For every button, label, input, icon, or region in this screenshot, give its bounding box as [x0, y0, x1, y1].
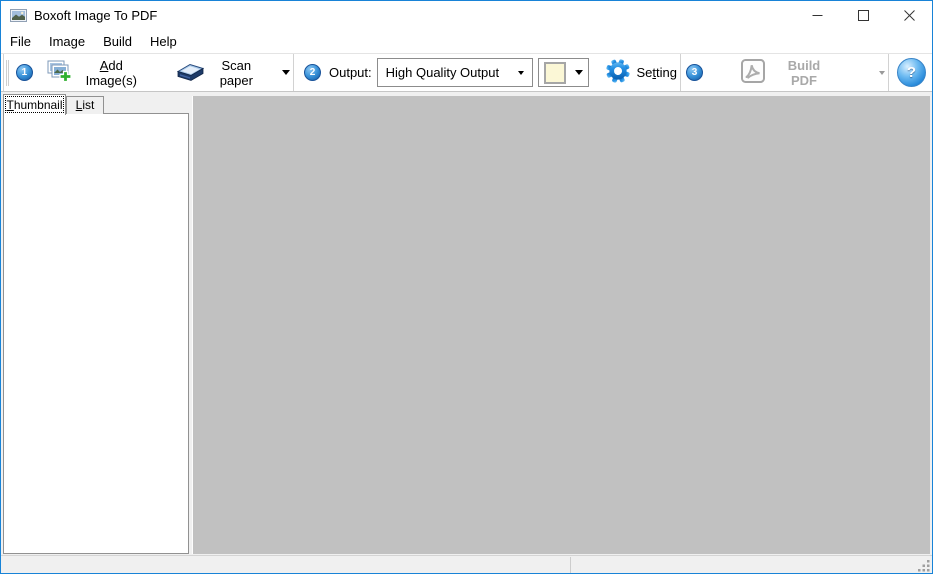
- maximize-button[interactable]: [840, 1, 886, 30]
- tab-list[interactable]: List: [66, 96, 104, 114]
- output-quality-value: High Quality Output: [385, 65, 500, 80]
- add-images-button[interactable]: Add Image(s): [44, 56, 148, 90]
- output-quality-select[interactable]: High Quality Output: [376, 58, 533, 87]
- build-pdf-label: Build PDF: [787, 57, 821, 88]
- output-label: Output:: [329, 65, 372, 80]
- gear-icon: [605, 58, 631, 87]
- menu-file[interactable]: File: [1, 31, 40, 53]
- build-pdf-button[interactable]: Build PDF: [737, 56, 888, 90]
- color-picker-dropdown-arrow-icon: [574, 70, 583, 75]
- color-swatch: [543, 61, 566, 84]
- preview-workspace: [192, 96, 930, 554]
- content-area: Thumbnail List: [1, 92, 932, 555]
- help-icon: ?: [906, 64, 917, 81]
- minimize-icon: [812, 15, 822, 16]
- scan-paper-dropdown-arrow-icon[interactable]: [282, 70, 290, 75]
- setting-label: Setting: [636, 65, 678, 80]
- app-icon[interactable]: [10, 9, 27, 22]
- window-title: Boxoft Image To PDF: [34, 8, 158, 23]
- thumbnail-panel: [3, 113, 189, 554]
- toolbar-section-1: 1 Add Image(s) Scan paper: [3, 54, 294, 91]
- page-color-picker[interactable]: [537, 58, 589, 87]
- scan-paper-button[interactable]: Scan paper: [174, 56, 293, 90]
- menu-image[interactable]: Image: [40, 31, 94, 53]
- maximize-icon: [857, 10, 869, 21]
- statusbar: [1, 555, 932, 573]
- output-quality-dropdown-arrow-icon: [517, 70, 524, 75]
- toolbar-gripper[interactable]: [6, 59, 9, 86]
- step-2-badge: 2: [304, 64, 321, 81]
- toolbar: 1 Add Image(s) Scan paper 2 Output: High…: [1, 53, 932, 92]
- build-pdf-icon: [740, 58, 766, 87]
- toolbar-section-3: 3 Build PDF: [683, 54, 889, 91]
- step-1-badge: 1: [15, 64, 33, 81]
- build-pdf-dropdown-arrow-icon: [879, 70, 885, 75]
- close-icon: [903, 10, 915, 21]
- menubar: File Image Build Help: [1, 31, 932, 53]
- menu-help[interactable]: Help: [141, 31, 186, 53]
- resize-grip[interactable]: [918, 559, 931, 572]
- toolbar-section-2: 2 Output: High Quality Output Setting: [297, 54, 681, 91]
- close-button[interactable]: [886, 1, 932, 30]
- statusbar-pane-1: [1, 557, 571, 573]
- tab-thumbnail[interactable]: Thumbnail: [3, 94, 66, 115]
- add-images-label: Add Image(s): [85, 57, 137, 88]
- help-button[interactable]: ?: [897, 58, 926, 87]
- app-window: Boxoft Image To PDF File Image Build Hel…: [0, 0, 933, 574]
- step-3-badge: 3: [686, 64, 703, 81]
- scan-paper-icon: [176, 60, 204, 85]
- menu-build[interactable]: Build: [94, 31, 141, 53]
- window-controls: [794, 1, 932, 31]
- sidebar-tabs: Thumbnail List: [3, 93, 104, 115]
- scan-paper-label: Scan paper: [219, 57, 253, 88]
- add-images-icon: [47, 60, 73, 85]
- statusbar-pane-2: [572, 557, 918, 573]
- toolbar-section-4: ?: [891, 54, 932, 91]
- titlebar: Boxoft Image To PDF: [1, 1, 932, 31]
- setting-button[interactable]: Setting: [602, 56, 681, 89]
- minimize-button[interactable]: [794, 1, 840, 30]
